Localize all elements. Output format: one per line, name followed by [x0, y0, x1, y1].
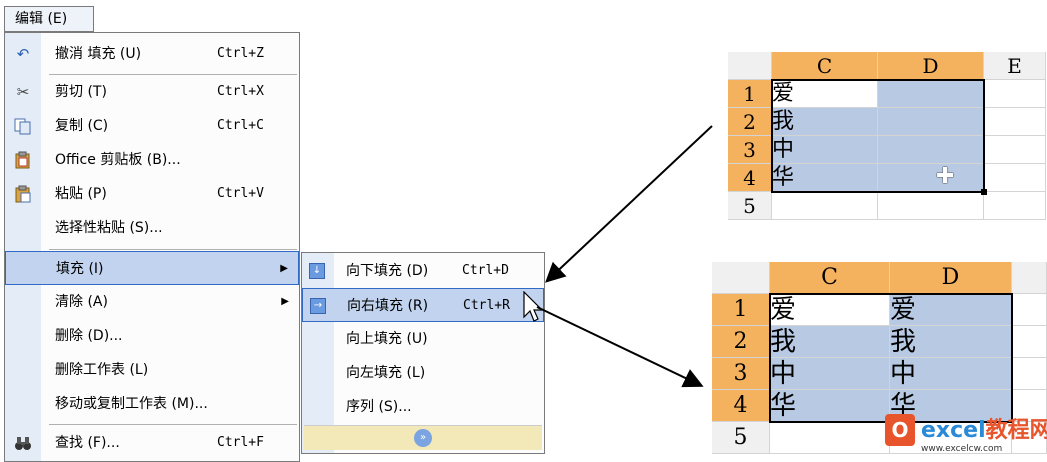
row-header-2[interactable]: 2 — [712, 326, 770, 358]
scissors-icon: ✂ — [16, 83, 30, 101]
submenu-arrow-icon: ▶ — [281, 296, 289, 307]
cell-e2[interactable] — [1012, 326, 1047, 358]
submenu-item-label: 序列 (S)... — [346, 399, 412, 415]
menu-separator — [49, 249, 297, 250]
menu-item-delete[interactable]: 删除 (D)... — [5, 319, 299, 353]
spreadsheet-before: C D E 1 爱 2 我 3 中 4 华 5 ✚ — [728, 52, 1047, 220]
plus-cursor-icon: ✚ — [936, 164, 955, 189]
binoculars-icon — [14, 434, 32, 452]
fill-submenu: ↓ 向下填充 (D) Ctrl+D → 向右填充 (R) Ctrl+R 向上填充… — [301, 252, 545, 454]
submenu-item-fill-up[interactable]: 向上填充 (U) — [302, 322, 544, 356]
fill-handle[interactable] — [981, 189, 987, 195]
cell-e3[interactable] — [1012, 358, 1047, 390]
row-header-4[interactable]: 4 — [728, 164, 772, 192]
menu-item-label: 删除工作表 (L) — [55, 362, 149, 378]
brand-watermark: O excel教程网 www.excelcw.com — [885, 410, 1047, 460]
submenu-item-shortcut: Ctrl+D — [462, 263, 509, 278]
column-header-d[interactable]: D — [890, 262, 1012, 294]
menu-item-label: 移动或复制工作表 (M)... — [55, 396, 208, 412]
arrow-to-fill-menu — [545, 125, 713, 283]
menu-item-shortcut: Ctrl+V — [217, 186, 264, 201]
menu-item-cut[interactable]: ✂ 剪切 (T) Ctrl+X — [5, 75, 299, 109]
menu-item-paste-special[interactable]: 选择性粘贴 (S)... — [5, 211, 299, 245]
edit-menu: ↶ 撤消 填充 (U) Ctrl+Z ✂ 剪切 (T) Ctrl+X 复制 (C… — [4, 32, 300, 462]
menu-item-clear[interactable]: 清除 (A) ▶ — [5, 285, 299, 319]
undo-icon: ↶ — [16, 45, 30, 63]
submenu-item-label: 向下填充 (D) — [346, 263, 429, 279]
submenu-item-label: 向右填充 (R) — [347, 298, 429, 314]
arrow-to-result — [536, 306, 704, 388]
copy-icon — [14, 117, 32, 135]
clipboard-icon — [14, 151, 32, 169]
cell-e1[interactable] — [1012, 294, 1047, 326]
menu-item-label: 撤消 填充 (U) — [55, 46, 142, 62]
submenu-item-series[interactable]: 序列 (S)... — [302, 390, 544, 424]
menu-item-fill[interactable]: 填充 (I) ▶ — [5, 251, 299, 285]
menu-item-shortcut: Ctrl+X — [217, 84, 264, 99]
menu-item-label: 查找 (F)... — [55, 435, 120, 451]
row-header-4[interactable]: 4 — [712, 390, 770, 422]
brand-url: www.excelcw.com — [921, 444, 1003, 454]
grid-corner[interactable] — [712, 262, 770, 294]
menu-item-shortcut: Ctrl+F — [217, 435, 264, 450]
submenu-expand-bar[interactable]: » — [304, 425, 542, 450]
submenu-item-label: 向上填充 (U) — [346, 331, 428, 347]
column-header-c[interactable]: C — [770, 262, 890, 294]
row-header-5[interactable]: 5 — [728, 192, 772, 220]
submenu-arrow-icon: ▶ — [280, 263, 288, 274]
cell-c5[interactable] — [770, 422, 890, 454]
fill-down-icon: ↓ — [309, 263, 325, 279]
menu-item-label: 剪切 (T) — [55, 84, 107, 100]
cell-c5[interactable] — [772, 192, 878, 220]
row-header-1[interactable]: 1 — [728, 80, 772, 108]
submenu-item-shortcut: Ctrl+R — [463, 298, 510, 313]
menu-item-copy[interactable]: 复制 (C) Ctrl+C — [5, 109, 299, 143]
selection-border — [769, 293, 1013, 423]
menu-item-label: Office 剪贴板 (B)... — [55, 152, 181, 168]
row-header-2[interactable]: 2 — [728, 108, 772, 136]
row-header-5[interactable]: 5 — [712, 422, 770, 454]
menu-item-move-copy-sheet[interactable]: 移动或复制工作表 (M)... — [5, 387, 299, 421]
row-header-1[interactable]: 1 — [712, 294, 770, 326]
menu-separator — [49, 424, 297, 425]
cell-e3[interactable] — [984, 136, 1046, 164]
row-header-3[interactable]: 3 — [712, 358, 770, 390]
column-header-e[interactable] — [1012, 262, 1047, 294]
menu-item-label: 粘贴 (P) — [55, 186, 107, 202]
menu-item-label: 复制 (C) — [55, 118, 109, 134]
menu-item-label: 删除 (D)... — [55, 328, 123, 344]
mouse-pointer-icon — [523, 291, 543, 322]
column-header-e[interactable]: E — [984, 52, 1046, 80]
menu-item-undo[interactable]: ↶ 撤消 填充 (U) Ctrl+Z — [5, 37, 299, 71]
submenu-item-fill-right[interactable]: → 向右填充 (R) Ctrl+R — [302, 288, 544, 322]
menu-item-paste[interactable]: 粘贴 (P) Ctrl+V — [5, 177, 299, 211]
menu-item-label: 选择性粘贴 (S)... — [55, 220, 163, 236]
menu-item-label: 填充 (I) — [56, 261, 104, 277]
cell-e4[interactable] — [984, 164, 1046, 192]
submenu-item-fill-left[interactable]: 向左填充 (L) — [302, 356, 544, 390]
submenu-item-fill-down[interactable]: ↓ 向下填充 (D) Ctrl+D — [302, 254, 544, 288]
column-header-d[interactable]: D — [878, 52, 984, 80]
paste-icon — [14, 185, 32, 203]
brand-name: excel教程网 — [921, 418, 1047, 443]
chevron-down-double-icon: » — [414, 429, 432, 447]
menu-item-find[interactable]: 查找 (F)... Ctrl+F — [5, 426, 299, 460]
cell-e1[interactable] — [984, 80, 1046, 108]
menu-item-delete-sheet[interactable]: 删除工作表 (L) — [5, 353, 299, 387]
fill-right-icon: → — [310, 298, 326, 314]
cell-e5[interactable] — [984, 192, 1046, 220]
menu-item-office-clipboard[interactable]: Office 剪贴板 (B)... — [5, 143, 299, 177]
menu-item-shortcut: Ctrl+Z — [217, 46, 264, 61]
menu-item-label: 清除 (A) — [55, 294, 108, 310]
cell-d5[interactable] — [878, 192, 984, 220]
column-header-c[interactable]: C — [772, 52, 878, 80]
row-header-3[interactable]: 3 — [728, 136, 772, 164]
grid-corner[interactable] — [728, 52, 772, 80]
submenu-item-label: 向左填充 (L) — [346, 365, 426, 381]
menu-edit[interactable]: 编辑 (E) — [4, 6, 94, 32]
cell-e2[interactable] — [984, 108, 1046, 136]
menu-item-shortcut: Ctrl+C — [217, 118, 264, 133]
office-logo-icon: O — [885, 414, 915, 446]
